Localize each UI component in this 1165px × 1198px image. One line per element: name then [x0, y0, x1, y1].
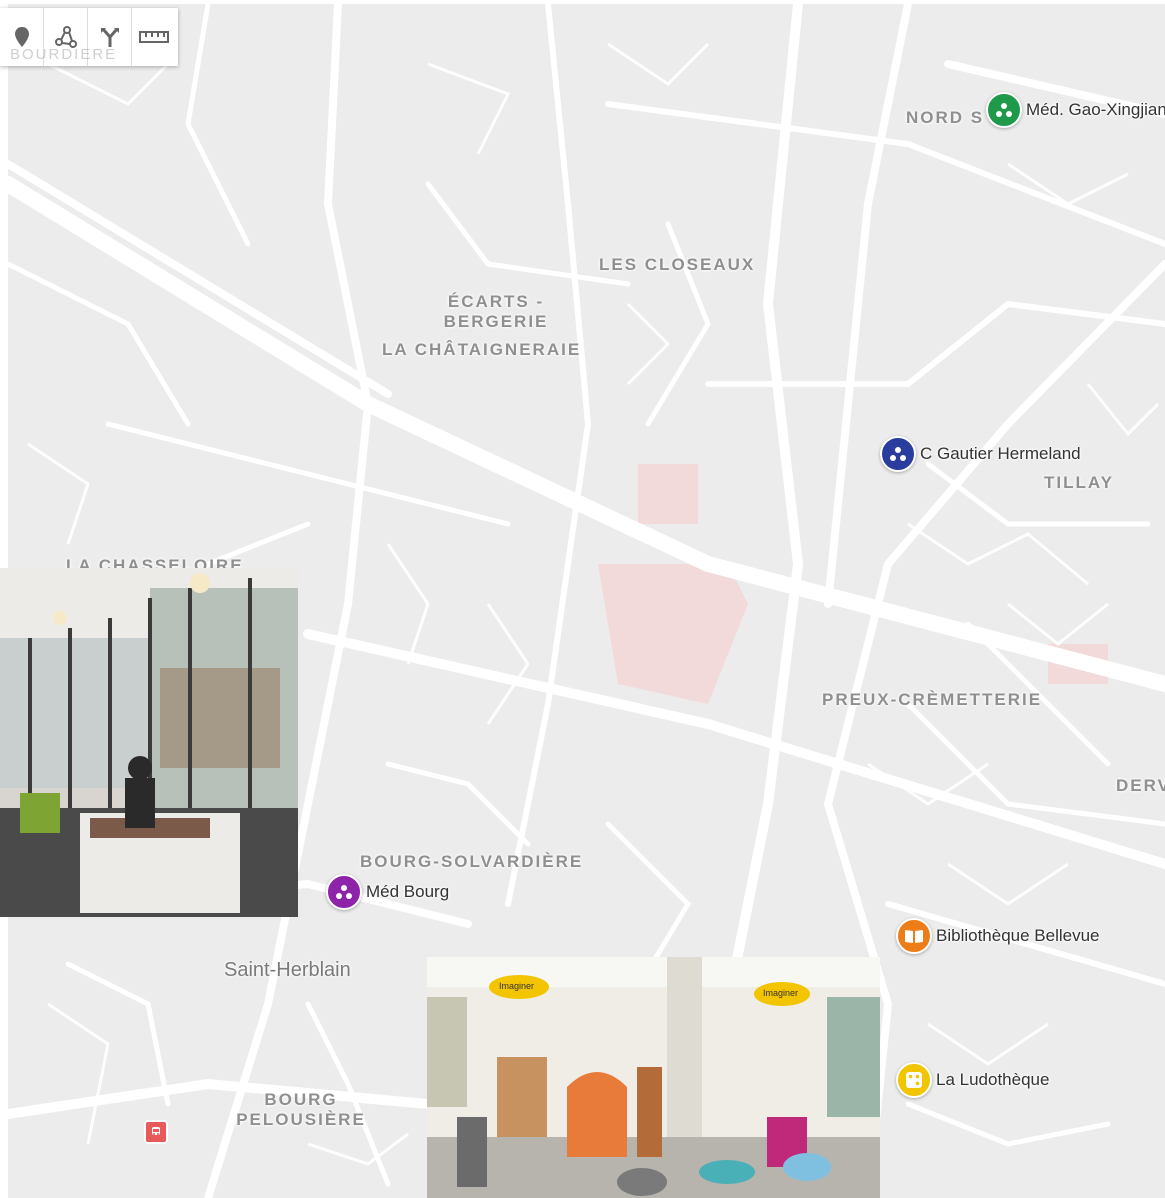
photo-sign-left: Imaginer — [499, 981, 535, 991]
marker-med-gao-xingjian[interactable]: Méd. Gao-Xingjian — [986, 92, 1165, 128]
marker-label: La Ludothèque — [936, 1070, 1050, 1089]
marker-label: Méd. Gao-Xingjian — [1026, 100, 1165, 119]
library-dots-icon — [326, 874, 362, 910]
marker-icon — [14, 27, 29, 47]
city-label: Saint-Herblain — [224, 959, 351, 981]
place-label: ÉCARTS - BERGERIE — [443, 292, 549, 331]
marker-bibliotheque-bellevue[interactable]: Bibliothèque Bellevue — [896, 918, 1100, 954]
photo-sign-right: Imaginer — [763, 988, 799, 998]
train-station-icon[interactable] — [144, 1120, 168, 1144]
place-label: BOURG-SOLVARDIÈRE — [360, 852, 584, 871]
dice-icon — [896, 1062, 932, 1098]
marker-c-gautier-hermeland[interactable]: C Gautier Hermeland — [880, 436, 1081, 472]
library-dots-icon — [986, 92, 1022, 128]
marker-label: Méd Bourg — [366, 882, 450, 901]
mediatheque-interior-photo — [0, 568, 298, 917]
marker-label: Bibliothèque Bellevue — [936, 926, 1100, 945]
place-label: LA CHÂTAIGNERAIE — [382, 340, 582, 359]
place-label: DERV — [1116, 776, 1165, 795]
ludotheque-interior-photo: Imaginer Imaginer — [427, 957, 880, 1198]
place-label: NORD S — [906, 108, 985, 127]
ruler-icon — [139, 31, 169, 43]
measure-tool-button[interactable] — [132, 8, 176, 66]
place-label: LES CLOSEAUX — [599, 255, 756, 274]
library-dots-icon — [880, 436, 916, 472]
toolbar-hint: BOURDIERE — [10, 46, 118, 63]
place-label: TILLAY — [1044, 473, 1114, 492]
marker-label: C Gautier Hermeland — [920, 444, 1081, 463]
place-label: PREUX-CRÈMETTERIE — [822, 690, 1043, 709]
marker-la-ludotheque[interactable]: La Ludothèque — [896, 1062, 1049, 1098]
marker-med-bourg[interactable]: Méd Bourg — [326, 874, 449, 910]
place-label: BOURG PELOUSIÈRE — [236, 1090, 366, 1129]
open-book-icon — [896, 918, 932, 954]
